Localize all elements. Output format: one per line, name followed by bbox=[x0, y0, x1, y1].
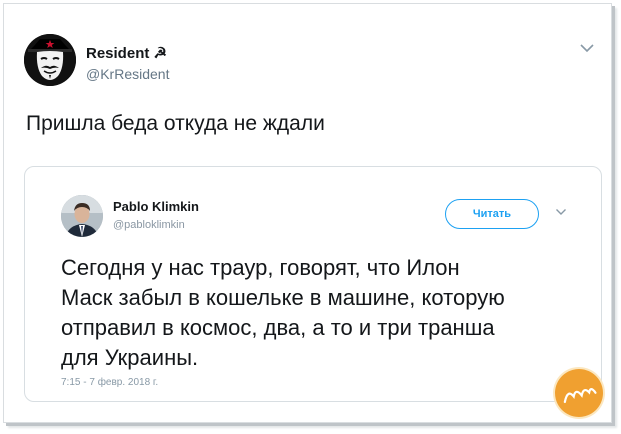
author-handle[interactable]: @KrResident bbox=[86, 66, 169, 82]
follow-button[interactable]: Читать bbox=[445, 199, 539, 229]
quoted-author-name[interactable]: Pablo Klimkin bbox=[113, 199, 199, 214]
author-avatar[interactable] bbox=[24, 34, 76, 86]
tweet-card: Resident ☭ @KrResident Пришла беда откуд… bbox=[3, 3, 612, 423]
quoted-author-handle[interactable]: @pabloklimkin bbox=[113, 219, 185, 231]
chevron-down-icon bbox=[556, 209, 566, 215]
quoted-tweet-text: Сегодня у нас траур, говорят, что Илон М… bbox=[61, 255, 505, 370]
author-name[interactable]: Resident ☭ bbox=[86, 44, 167, 62]
person-photo-icon bbox=[61, 195, 103, 237]
quoted-author-avatar[interactable] bbox=[61, 195, 103, 237]
tweet-text: Пришла беда откуда не ждали bbox=[26, 112, 325, 135]
chevron-down-icon bbox=[580, 44, 594, 53]
quoted-tweet[interactable]: Pablo Klimkin @pabloklimkin Читать Сегод… bbox=[24, 166, 602, 402]
quoted-tweet-menu-button[interactable] bbox=[555, 207, 567, 219]
tweet-menu-button[interactable] bbox=[579, 40, 595, 56]
guy-fawkes-mask-icon bbox=[24, 34, 76, 86]
watermark-logo-icon bbox=[563, 388, 597, 404]
quoted-tweet-timestamp[interactable]: 7:15 - 7 февр. 2018 г. bbox=[61, 377, 158, 388]
